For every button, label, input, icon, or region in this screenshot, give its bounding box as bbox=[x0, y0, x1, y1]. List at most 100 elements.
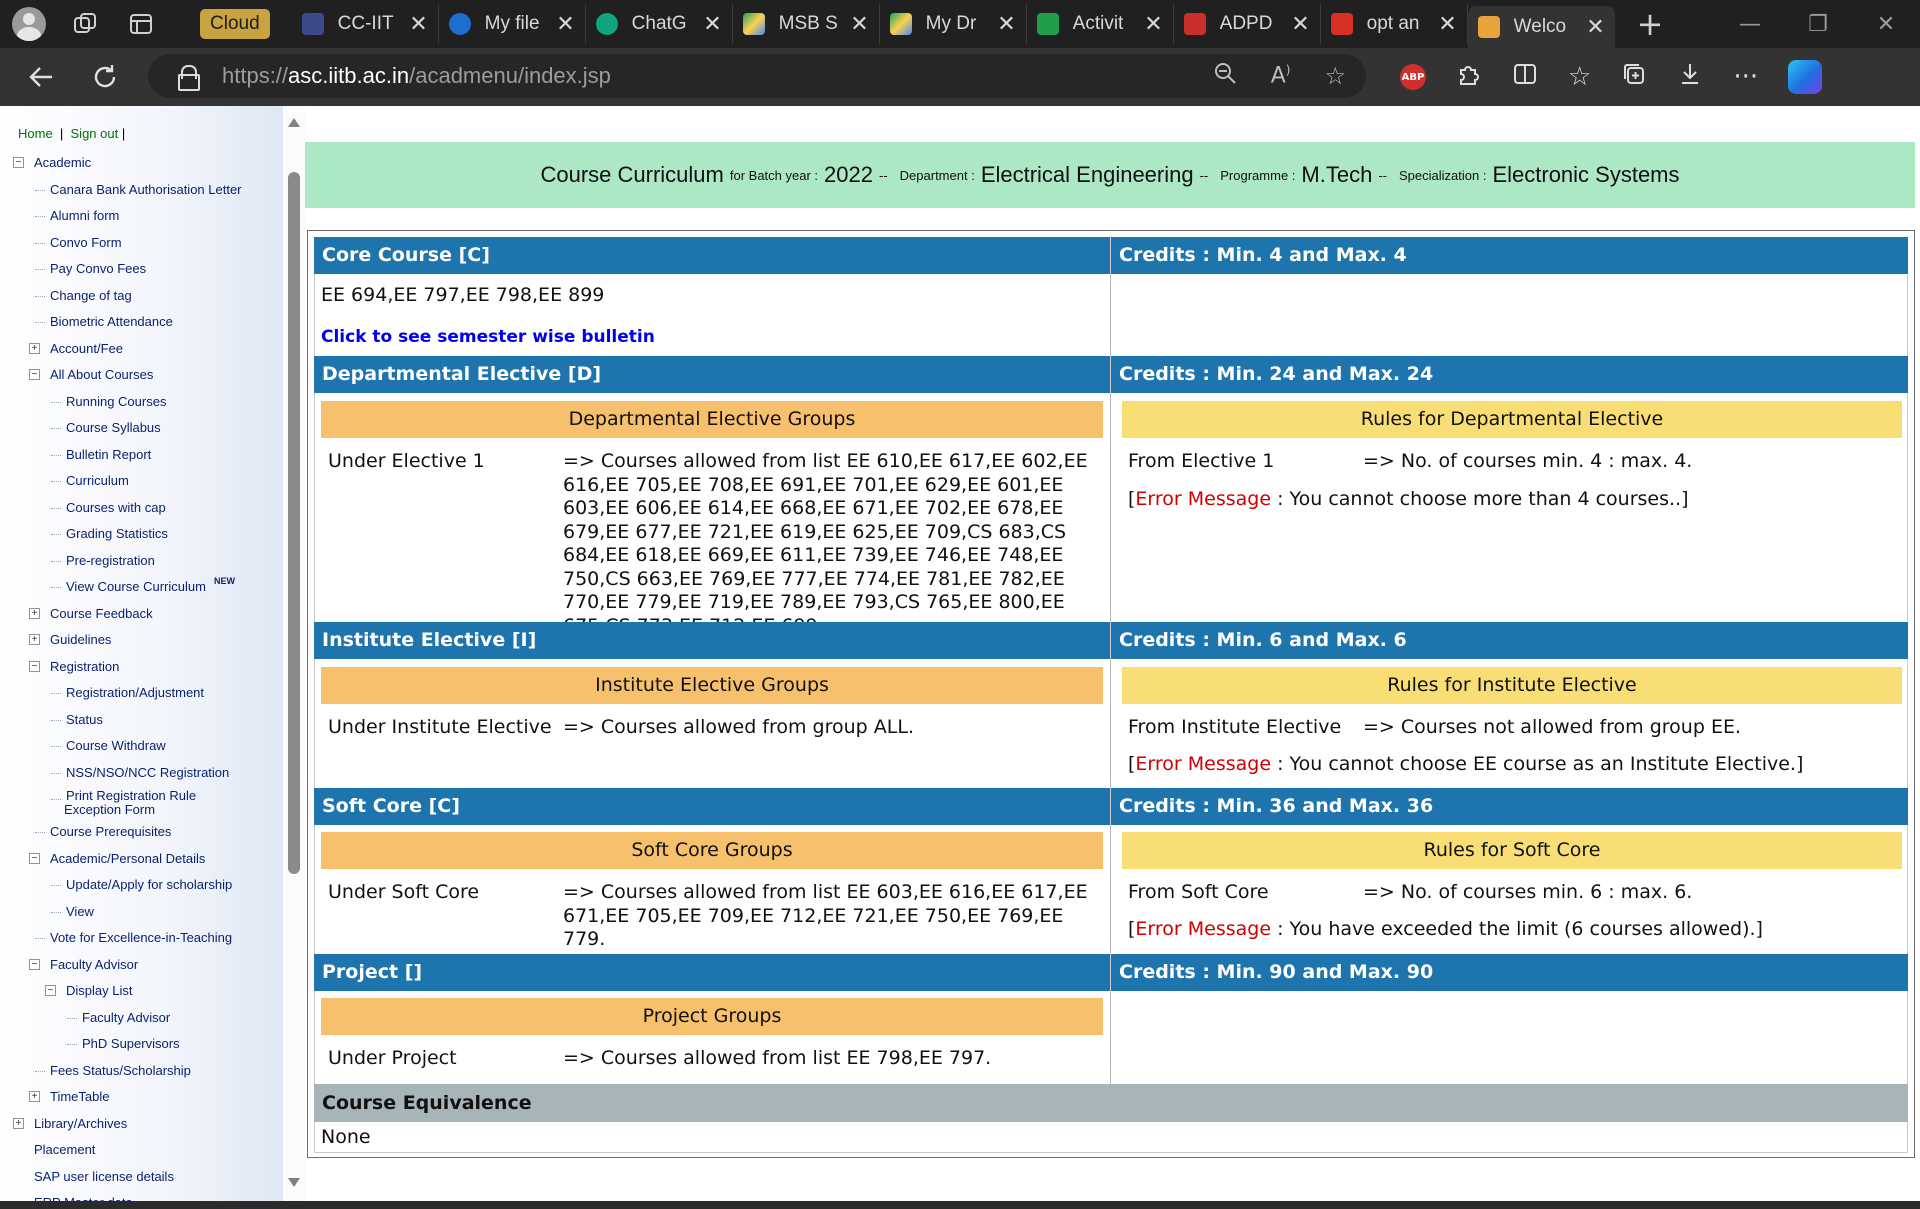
tab[interactable]: CC-IIT ✕ bbox=[292, 4, 439, 44]
sidebar-item[interactable]: Vote for Excellence-in-Teaching bbox=[0, 925, 283, 952]
collapse-icon[interactable]: − bbox=[29, 852, 40, 864]
collapse-icon[interactable]: − bbox=[29, 369, 40, 380]
sidebar-item[interactable]: ERP Master data bbox=[0, 1190, 283, 1201]
sidebar-item[interactable]: Status bbox=[0, 707, 283, 734]
scroll-thumb[interactable] bbox=[288, 172, 300, 874]
tab[interactable]: ADPD ✕ bbox=[1174, 4, 1321, 44]
sidebar-item[interactable]: Convo Form bbox=[0, 230, 283, 257]
sidebar-item[interactable]: − Faculty Advisor bbox=[0, 952, 283, 979]
restore-icon[interactable]: ❐ bbox=[1784, 0, 1852, 48]
close-icon[interactable]: ✕ bbox=[850, 11, 868, 37]
collections-icon[interactable] bbox=[1621, 61, 1647, 94]
expand-icon[interactable]: + bbox=[29, 342, 40, 354]
collapse-icon[interactable]: − bbox=[45, 985, 56, 996]
tab-bar: Cloud CC-IIT ✕ My file ✕ ChatG ✕ MSB S ✕ My … bbox=[0, 0, 1920, 48]
sidebar-item[interactable]: Course Syllabus bbox=[0, 415, 283, 442]
tab[interactable]: ChatG ✕ bbox=[586, 4, 733, 44]
read-aloud-icon[interactable]: A) bbox=[1271, 63, 1291, 88]
sidebar-item[interactable]: Bulletin Report bbox=[0, 442, 283, 469]
scroll-down-icon[interactable] bbox=[288, 1178, 300, 1187]
sidebar-item[interactable]: − Registration bbox=[0, 654, 283, 681]
tab-actions-icon[interactable] bbox=[124, 7, 158, 41]
sidebar-item[interactable]: + TimeTable bbox=[0, 1084, 283, 1111]
sidebar-item[interactable]: Course Prerequisites bbox=[0, 819, 283, 846]
minimize-icon[interactable]: — bbox=[1716, 0, 1784, 48]
sidebar-item[interactable]: Change of tag bbox=[0, 283, 283, 310]
tab[interactable]: opt an ✕ bbox=[1321, 4, 1468, 44]
sidebar-scrollbar[interactable] bbox=[283, 106, 305, 1201]
extensions-icon[interactable] bbox=[1456, 61, 1482, 94]
sidebar-item[interactable]: − Display List bbox=[0, 978, 283, 1005]
collapse-icon[interactable]: − bbox=[13, 157, 24, 168]
favorites-icon[interactable]: ☆ bbox=[1568, 62, 1591, 92]
workspaces-icon[interactable] bbox=[68, 7, 102, 41]
close-icon[interactable]: ✕ bbox=[1586, 14, 1604, 40]
tab[interactable]: My Dr ✕ bbox=[880, 4, 1027, 44]
window-close-icon[interactable]: ✕ bbox=[1852, 0, 1920, 48]
sign-out-link[interactable]: Sign out bbox=[71, 126, 119, 141]
expand-icon[interactable]: + bbox=[13, 1117, 24, 1129]
collapse-icon[interactable]: − bbox=[29, 958, 40, 970]
sidebar-item[interactable]: Registration/Adjustment bbox=[0, 680, 283, 707]
favorite-star-icon[interactable]: ☆ bbox=[1324, 62, 1346, 90]
sidebar-item[interactable]: Fees Status/Scholarship bbox=[0, 1058, 283, 1085]
sidebar-item[interactable]: − Academic/Personal Details bbox=[0, 846, 283, 873]
close-icon[interactable]: ✕ bbox=[1291, 11, 1309, 37]
collapse-icon[interactable]: − bbox=[29, 660, 40, 672]
close-icon[interactable]: ✕ bbox=[556, 11, 574, 37]
tab[interactable]: My file ✕ bbox=[439, 4, 586, 44]
sidebar-item[interactable]: Alumni form bbox=[0, 203, 283, 230]
copilot-icon[interactable] bbox=[1788, 60, 1823, 94]
sidebar-item[interactable]: Biometric Attendance bbox=[0, 309, 283, 336]
close-icon[interactable]: ✕ bbox=[1144, 11, 1162, 37]
sidebar-item[interactable]: PhD Supervisors bbox=[0, 1031, 283, 1058]
bulletin-link[interactable]: Click to see semester wise bulletin bbox=[321, 327, 655, 347]
tab[interactable]: MSB S ✕ bbox=[733, 4, 880, 44]
sidebar-item[interactable]: − All About Courses bbox=[0, 362, 283, 389]
downloads-icon[interactable] bbox=[1677, 61, 1703, 94]
tab-group-chip[interactable]: Cloud bbox=[200, 9, 270, 39]
refresh-icon[interactable] bbox=[82, 54, 128, 100]
adblock-icon[interactable]: ABP bbox=[1400, 64, 1426, 90]
sidebar-item[interactable]: Print Registration Rule Exception Form bbox=[0, 786, 283, 819]
sidebar-item[interactable]: Courses with cap bbox=[0, 495, 283, 522]
sidebar-item[interactable]: Placement bbox=[0, 1137, 283, 1164]
url-field[interactable]: https://asc.iitb.ac.in/acadmenu/index.js… bbox=[148, 54, 1366, 98]
sidebar-item[interactable]: View Course Curriculum NEW bbox=[0, 574, 283, 601]
sidebar-item[interactable]: Pay Convo Fees bbox=[0, 256, 283, 283]
profile-avatar[interactable] bbox=[12, 7, 46, 41]
sidebar-item[interactable]: Update/Apply for scholarship bbox=[0, 872, 283, 899]
scroll-up-icon[interactable] bbox=[288, 118, 300, 127]
close-icon[interactable]: ✕ bbox=[997, 11, 1015, 37]
home-link[interactable]: Home bbox=[18, 126, 53, 141]
sidebar-item[interactable]: + Library/Archives bbox=[0, 1111, 283, 1138]
tab[interactable]: Activit ✕ bbox=[1027, 4, 1174, 44]
sidebar-item[interactable]: SAP user license details bbox=[0, 1164, 283, 1191]
tab-active[interactable]: Welco ✕ bbox=[1467, 6, 1615, 48]
expand-icon[interactable]: + bbox=[29, 607, 40, 619]
sidebar-item[interactable]: − Academic bbox=[0, 150, 283, 177]
sidebar-item[interactable]: Course Withdraw bbox=[0, 733, 283, 760]
close-icon[interactable]: ✕ bbox=[703, 11, 721, 37]
back-icon[interactable] bbox=[18, 54, 64, 100]
split-screen-icon[interactable] bbox=[1512, 61, 1538, 94]
expand-icon[interactable]: + bbox=[29, 1091, 40, 1102]
sidebar-item[interactable]: Curriculum bbox=[0, 468, 283, 495]
sidebar-item[interactable]: Running Courses bbox=[0, 389, 283, 416]
new-tab-icon[interactable]: + bbox=[1637, 5, 1664, 43]
sidebar-item[interactable]: + Account/Fee bbox=[0, 336, 283, 363]
lock-icon[interactable] bbox=[178, 65, 200, 91]
sidebar-item[interactable]: Grading Statistics bbox=[0, 521, 283, 548]
expand-icon[interactable]: + bbox=[29, 634, 40, 645]
sidebar-item[interactable]: + Course Feedback bbox=[0, 601, 283, 628]
sidebar-item[interactable]: Faculty Advisor bbox=[0, 1005, 283, 1032]
sidebar-item[interactable]: NSS/NSO/NCC Registration bbox=[0, 760, 283, 787]
sidebar-item[interactable]: View bbox=[0, 899, 283, 926]
close-icon[interactable]: ✕ bbox=[1438, 11, 1456, 37]
sidebar-item[interactable]: Canara Bank Authorisation Letter bbox=[0, 177, 283, 204]
sidebar-item[interactable]: + Guidelines bbox=[0, 627, 283, 654]
more-menu-icon[interactable]: ··· bbox=[1733, 62, 1758, 92]
close-icon[interactable]: ✕ bbox=[409, 11, 427, 37]
sidebar-item[interactable]: Pre-registration bbox=[0, 548, 283, 575]
zoom-out-icon[interactable] bbox=[1213, 61, 1237, 91]
